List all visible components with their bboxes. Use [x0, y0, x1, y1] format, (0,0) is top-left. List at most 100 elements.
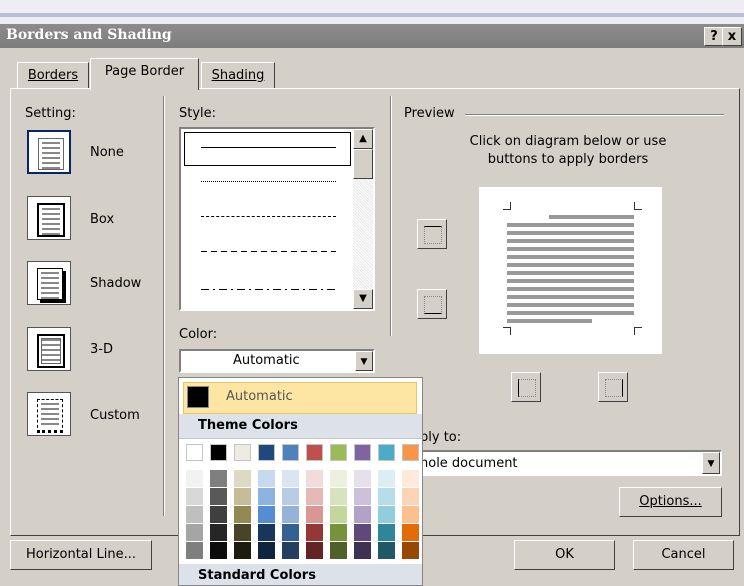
theme-shade-swatch[interactable] [234, 506, 251, 523]
theme-shade-swatch[interactable] [330, 488, 347, 505]
theme-shade-swatch[interactable] [234, 542, 251, 559]
theme-color-swatch[interactable] [186, 444, 203, 461]
line-style-dash-dot[interactable] [201, 289, 336, 290]
theme-shade-swatch[interactable] [210, 542, 227, 559]
theme-shade-swatch[interactable] [354, 506, 371, 523]
theme-shade-swatch[interactable] [282, 524, 299, 541]
theme-color-swatch[interactable] [234, 444, 251, 461]
border-bottom-button[interactable] [417, 289, 447, 319]
theme-shade-swatch[interactable] [234, 470, 251, 487]
tab-borders[interactable]: Borders [17, 62, 89, 89]
horizontal-line-button[interactable]: Horizontal Line... [10, 540, 152, 570]
setting-shadow-button[interactable] [27, 261, 71, 305]
scroll-up-arrow-icon[interactable]: ▲ [353, 129, 373, 149]
preview-label: Preview [404, 106, 455, 121]
theme-shade-swatch[interactable] [306, 506, 323, 523]
scroll-thumb[interactable] [353, 149, 373, 179]
theme-shade-swatch[interactable] [378, 542, 395, 559]
theme-color-swatch[interactable] [258, 444, 275, 461]
options-button[interactable]: Options... [619, 487, 722, 517]
style-selected-item[interactable] [184, 132, 351, 166]
theme-color-swatch[interactable] [330, 444, 347, 461]
theme-shade-swatch[interactable] [210, 470, 227, 487]
theme-shade-swatch[interactable] [306, 488, 323, 505]
theme-shade-swatch[interactable] [330, 524, 347, 541]
theme-shade-swatch[interactable] [282, 506, 299, 523]
theme-shade-swatch[interactable] [402, 488, 419, 505]
corner-mark [503, 327, 511, 335]
theme-shade-swatch[interactable] [330, 470, 347, 487]
chevron-down-icon[interactable]: ▼ [355, 351, 373, 371]
border-top-button[interactable] [417, 219, 447, 249]
theme-shade-swatch[interactable] [282, 470, 299, 487]
preview-diagram[interactable] [479, 187, 662, 354]
theme-shade-swatch[interactable] [306, 542, 323, 559]
color-label: Color: [179, 327, 218, 342]
help-button[interactable]: ? [704, 27, 724, 46]
theme-shade-swatch[interactable] [402, 506, 419, 523]
border-left-button[interactable] [511, 372, 541, 402]
theme-shade-swatch[interactable] [258, 488, 275, 505]
border-right-button[interactable] [598, 372, 628, 402]
theme-shade-swatch[interactable] [330, 542, 347, 559]
theme-shade-swatch[interactable] [354, 470, 371, 487]
theme-shade-swatch[interactable] [186, 470, 203, 487]
automatic-color-option[interactable]: Automatic [183, 382, 417, 414]
style-list[interactable]: ▲ ▼ [179, 127, 375, 311]
theme-color-swatch[interactable] [402, 444, 419, 461]
theme-shade-swatch[interactable] [282, 542, 299, 559]
tab-page-border[interactable]: Page Border [90, 58, 199, 90]
theme-colors-header: Theme Colors [179, 414, 422, 439]
chevron-down-icon[interactable]: ▼ [702, 452, 720, 474]
theme-shade-swatch[interactable] [258, 506, 275, 523]
theme-shade-swatch[interactable] [354, 542, 371, 559]
setting-none-button[interactable] [27, 130, 71, 174]
theme-shade-swatch[interactable] [234, 524, 251, 541]
theme-color-swatch[interactable] [210, 444, 227, 461]
theme-shade-swatch[interactable] [234, 488, 251, 505]
theme-shade-swatch[interactable] [306, 470, 323, 487]
theme-color-swatch[interactable] [282, 444, 299, 461]
line-style-dashed[interactable] [201, 251, 336, 252]
theme-shade-swatch[interactable] [210, 506, 227, 523]
theme-shade-swatch[interactable] [402, 524, 419, 541]
style-scrollbar[interactable]: ▲ ▼ [353, 129, 373, 309]
theme-color-swatch[interactable] [306, 444, 323, 461]
theme-shade-swatch[interactable] [402, 470, 419, 487]
ok-button[interactable]: OK [514, 540, 615, 570]
line-style-dashed-small[interactable] [201, 216, 336, 217]
color-dropdown[interactable]: Automatic ▼ [179, 349, 375, 373]
theme-shade-swatch[interactable] [186, 524, 203, 541]
theme-shade-swatch[interactable] [354, 488, 371, 505]
cancel-button[interactable]: Cancel [633, 540, 734, 570]
close-button[interactable]: x [722, 27, 742, 46]
theme-shade-swatch[interactable] [378, 488, 395, 505]
theme-shade-swatch[interactable] [258, 542, 275, 559]
theme-shade-swatch[interactable] [186, 506, 203, 523]
theme-shade-swatch[interactable] [306, 524, 323, 541]
theme-shade-swatch[interactable] [258, 470, 275, 487]
theme-shade-swatch[interactable] [402, 542, 419, 559]
theme-shade-swatch[interactable] [210, 488, 227, 505]
theme-shade-swatch[interactable] [258, 524, 275, 541]
theme-shade-swatch[interactable] [378, 470, 395, 487]
theme-shade-swatch[interactable] [354, 524, 371, 541]
theme-shade-swatch[interactable] [210, 524, 227, 541]
apply-to-dropdown[interactable]: hole document ▼ [414, 450, 722, 476]
setting-box-button[interactable] [27, 196, 71, 240]
setting-custom-button[interactable] [27, 392, 71, 436]
theme-shade-swatch[interactable] [378, 524, 395, 541]
theme-shade-swatch[interactable] [186, 542, 203, 559]
theme-color-swatch[interactable] [378, 444, 395, 461]
setting-3d-button[interactable] [27, 327, 71, 371]
theme-shade-swatch[interactable] [378, 506, 395, 523]
theme-shade-swatch[interactable] [330, 506, 347, 523]
theme-shade-swatch[interactable] [186, 488, 203, 505]
theme-color-swatch[interactable] [354, 444, 371, 461]
theme-shade-swatch[interactable] [282, 488, 299, 505]
tab-shading[interactable]: Shading [201, 62, 275, 89]
line-style-solid[interactable] [201, 147, 336, 148]
scroll-down-arrow-icon[interactable]: ▼ [353, 289, 373, 309]
setting-box-label: Box [90, 212, 115, 227]
line-style-dotted[interactable] [201, 181, 336, 182]
